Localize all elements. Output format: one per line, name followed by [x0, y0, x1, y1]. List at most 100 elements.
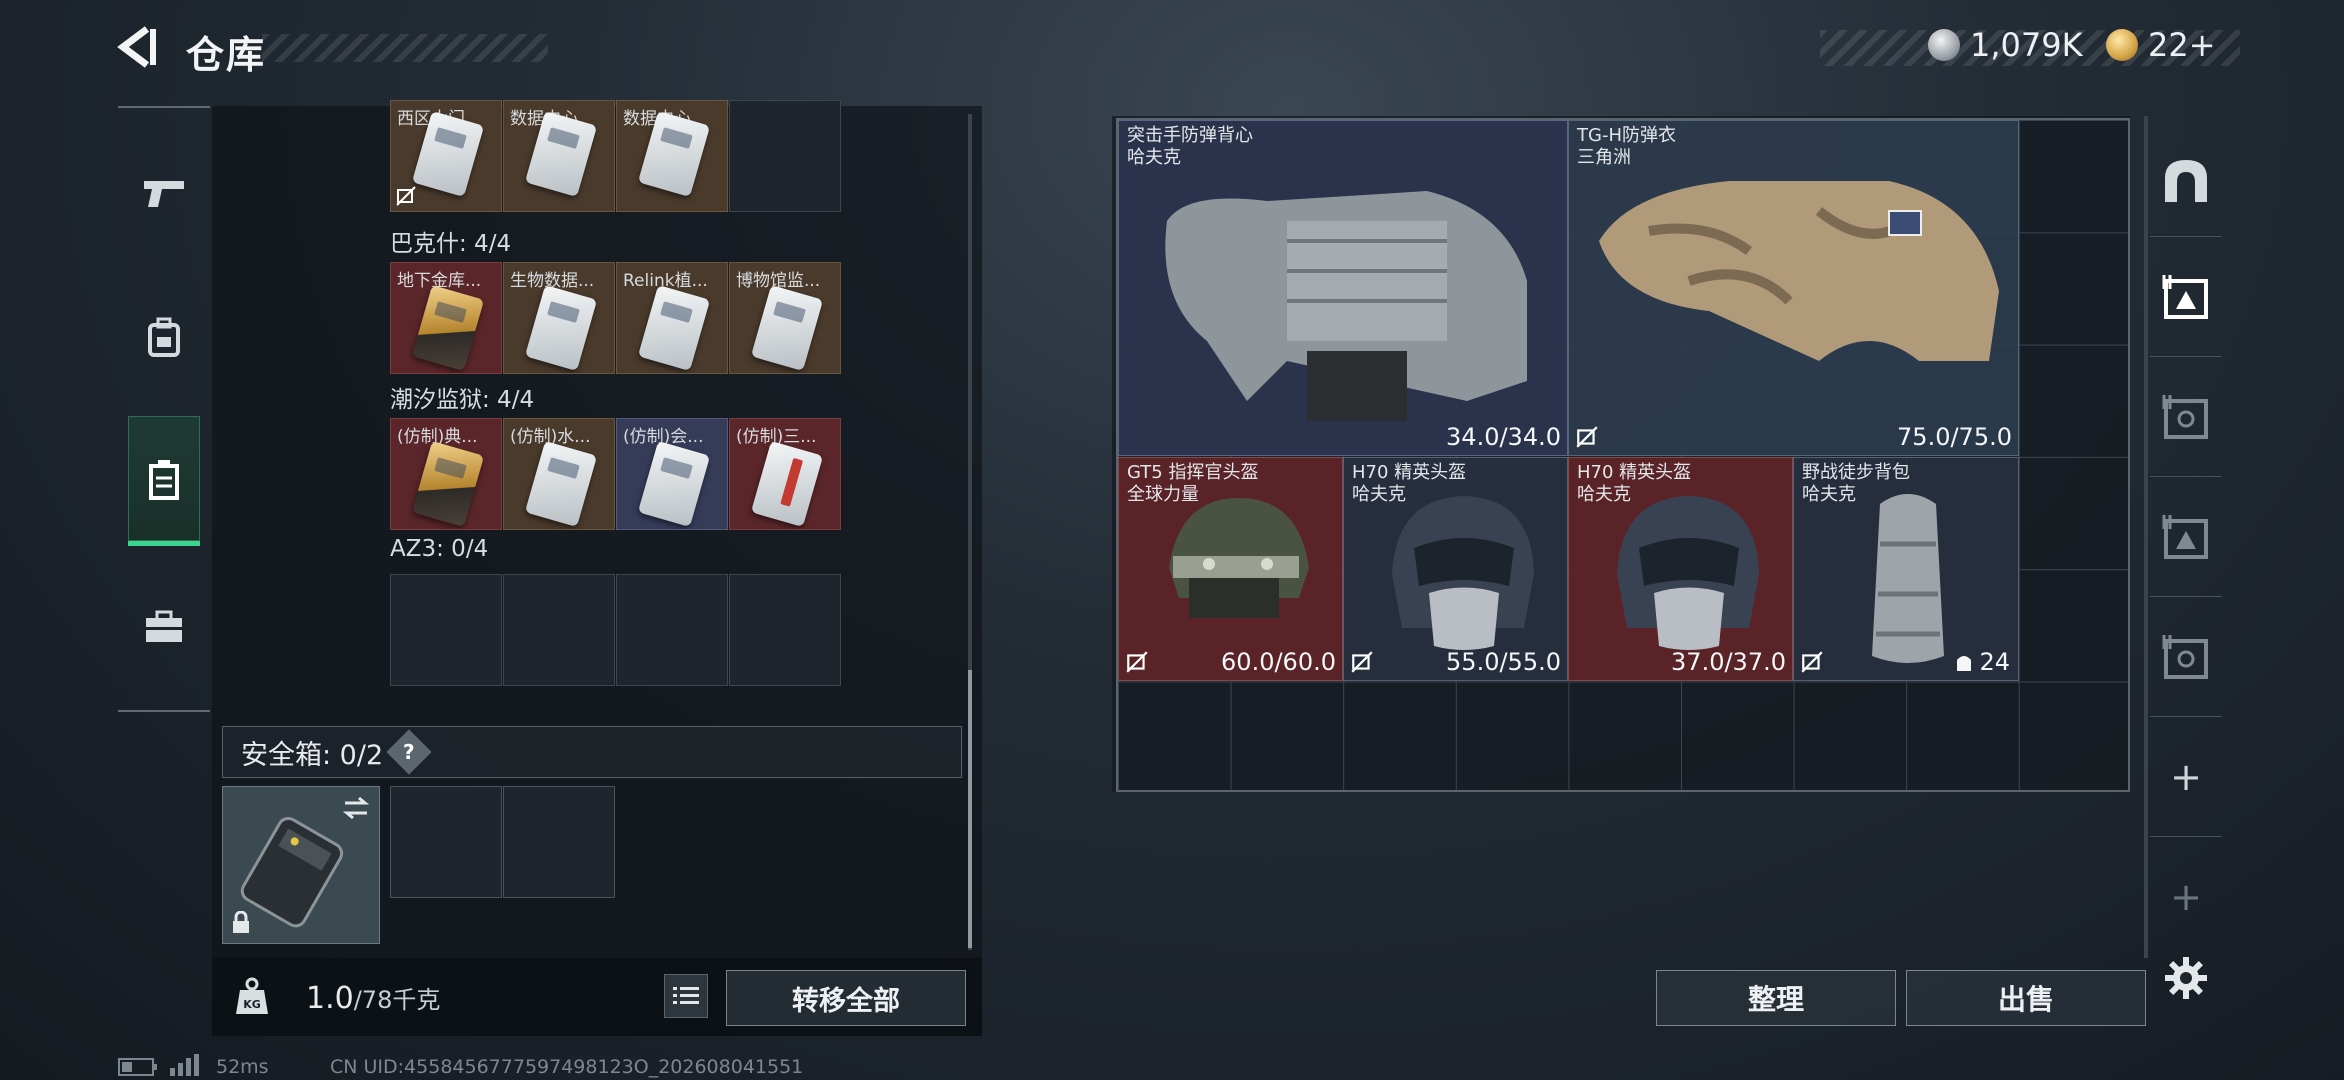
currency-secondary[interactable]: 22+	[2106, 26, 2216, 64]
item-durability: 55.0/55.0	[1446, 648, 1561, 676]
settings-button[interactable]	[2158, 950, 2214, 1006]
weight-value: 1.0/78千克	[306, 980, 440, 1016]
keycard-row-partial: 西区大门 数据中心 数据中心	[390, 100, 842, 218]
helmet-image	[1169, 498, 1309, 618]
no-trade-icon	[1576, 426, 1598, 448]
page-title: 仓库	[186, 33, 267, 77]
keycard-slot[interactable]: Relink植...	[616, 262, 728, 374]
left-scrollbar-thumb[interactable]	[968, 670, 972, 948]
pistol-icon	[144, 181, 184, 207]
keycard-group-label: 潮汐监狱: 4/4	[390, 387, 535, 413]
keycard-image	[750, 440, 824, 528]
keycard-row-az3	[390, 574, 842, 686]
safe-box-header: 安全箱: 0/2 ?	[222, 726, 962, 778]
capacity-icon	[1957, 656, 1972, 671]
stash-scrollbar[interactable]	[2144, 116, 2148, 958]
stash-page-1[interactable]	[2150, 242, 2222, 352]
sell-button[interactable]: 出售	[1906, 970, 2146, 1026]
stash-page-icon	[2162, 275, 2208, 319]
lock-icon	[233, 911, 249, 933]
safe-slot-empty[interactable]	[503, 786, 615, 898]
item-durability: 37.0/37.0	[1671, 648, 1786, 676]
no-trade-icon	[1126, 651, 1148, 673]
stash-page-icon	[2162, 635, 2208, 679]
keycard-slot[interactable]: 西区大门	[390, 100, 502, 212]
gear-icon	[2165, 957, 2207, 999]
currency-secondary-value: 22+	[2148, 26, 2216, 64]
stash-grid[interactable]: 突击手防弹背心 哈夫克 34.0/34.0 TG-H防弹衣 三角洲 75.0/75.…	[1116, 118, 2130, 792]
stash-page-icon	[2162, 395, 2208, 439]
keycard-slot-empty[interactable]	[729, 574, 841, 686]
help-icon: ?	[403, 739, 415, 764]
keycard-slot[interactable]: 数据中心	[616, 100, 728, 212]
back-button[interactable]	[112, 22, 162, 72]
rail-item-weapons[interactable]	[128, 128, 200, 258]
help-button[interactable]: ?	[386, 729, 432, 775]
rail-item-gear[interactable]	[128, 272, 200, 402]
item-durability: 60.0/60.0	[1221, 648, 1336, 676]
stash-item-armor[interactable]: TG-H防弹衣 三角洲 75.0/75.0	[1568, 120, 2019, 456]
stash-item-helmet[interactable]: GT5 指挥官头盔 全球力量 60.0/60.0	[1118, 457, 1343, 681]
currency-primary-value: 1,079K	[1970, 26, 2083, 64]
no-trade-icon	[396, 186, 416, 206]
currency-primary[interactable]: 1,079K	[1928, 26, 2083, 64]
keycard-image	[524, 284, 598, 372]
back-arrow-icon	[117, 26, 156, 68]
keycard-slot-empty[interactable]	[390, 574, 502, 686]
keycard-row-tidal: (仿制)典... (仿制)水... (仿制)会... (仿制)三...	[390, 418, 842, 530]
keycard-slot[interactable]: (仿制)典...	[390, 418, 502, 530]
add-stash-page-disabled: +	[2150, 842, 2222, 952]
no-trade-icon	[1343, 425, 1367, 449]
category-rail	[118, 106, 210, 712]
battery-icon	[118, 1058, 157, 1076]
list-view-button[interactable]	[664, 974, 708, 1018]
add-stash-page-button[interactable]: +	[2150, 722, 2222, 832]
stash-item-helmet[interactable]: H70 精英头盔 哈夫克 55.0/55.0	[1343, 457, 1568, 681]
stash-page-2[interactable]	[2150, 362, 2222, 472]
keycard-slot[interactable]: 数据中心	[503, 100, 615, 212]
gold-coin-icon	[2106, 29, 2138, 61]
rail-item-containers[interactable]	[128, 416, 200, 546]
sort-button[interactable]: 整理	[1656, 970, 1896, 1026]
safe-box-item[interactable]	[222, 786, 380, 944]
stash-item-backpack[interactable]: 野战徒步背包 哈夫克 24	[1793, 457, 2019, 681]
weight-current: 1.0	[306, 981, 354, 1016]
weight-icon: KG	[236, 977, 268, 1014]
stash-page-3[interactable]	[2150, 482, 2222, 592]
keycard-slot[interactable]: (仿制)会...	[616, 418, 728, 530]
safe-slot-empty[interactable]	[390, 786, 502, 898]
keycard-image	[637, 284, 711, 372]
keycard-slot[interactable]: 博物馆监...	[729, 262, 841, 374]
weight-max: /78千克	[353, 986, 441, 1014]
stash-item-vest[interactable]: 突击手防弹背心 哈夫克 34.0/34.0	[1118, 120, 1568, 456]
stash-page-icon	[2162, 515, 2208, 559]
safe-box-label: 安全箱: 0/2	[241, 739, 384, 771]
helmet-image	[1617, 496, 1759, 650]
backpack-icon	[148, 317, 180, 357]
keycard-slot[interactable]: (仿制)水...	[503, 418, 615, 530]
item-durability: 75.0/75.0	[1897, 423, 2012, 451]
keycard-group-label: AZ3: 0/4	[390, 536, 489, 562]
keycard-slot[interactable]: 地下金库...	[390, 262, 502, 374]
stash-page-home[interactable]	[2150, 126, 2222, 236]
item-capacity: 24	[1955, 648, 2010, 676]
backpack-image	[1872, 494, 1944, 663]
uid-text: CN UID:4558456777597498123O_202608041551	[330, 1056, 804, 1078]
keycard-slot-empty[interactable]	[503, 574, 615, 686]
transfer-all-button[interactable]: 转移全部	[726, 970, 966, 1026]
toolbox-icon	[146, 610, 182, 642]
keycard-slot-empty[interactable]	[616, 574, 728, 686]
keycard-slot[interactable]: (仿制)三...	[729, 418, 841, 530]
keycard-image	[524, 440, 598, 528]
keycard-slot[interactable]: 生物数据...	[503, 262, 615, 374]
stash-item-helmet[interactable]: H70 精英头盔 哈夫克 37.0/37.0	[1568, 457, 1793, 681]
armor-image	[1599, 181, 1999, 361]
no-trade-icon	[1801, 651, 1823, 673]
swap-icon[interactable]	[341, 795, 371, 821]
ping-text: 52ms	[216, 1056, 269, 1078]
stash-page-4[interactable]	[2150, 602, 2222, 712]
keycard-slot-empty[interactable]	[729, 100, 841, 212]
keycard-image	[411, 440, 485, 528]
keycard-row-bakshi: 地下金库... 生物数据... Relink植... 博物馆监...	[390, 262, 842, 374]
rail-item-supplies[interactable]	[128, 562, 200, 692]
